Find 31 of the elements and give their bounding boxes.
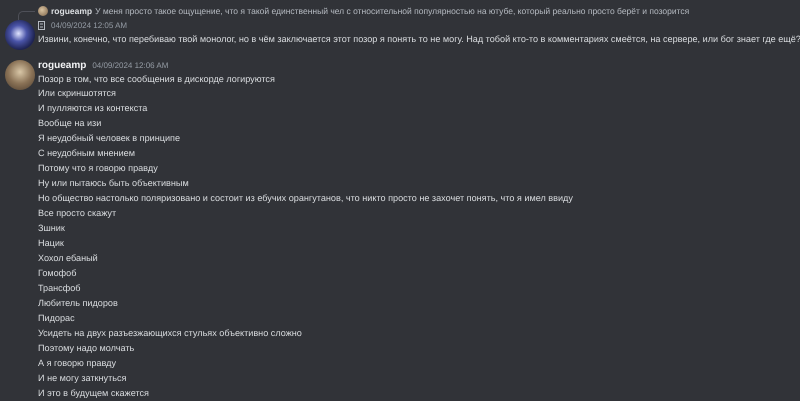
message-text: Потому что я говорю правду	[38, 162, 159, 175]
message-text: И пулляются из контекста	[38, 102, 148, 115]
message-text: Пидорас	[38, 312, 76, 325]
message-text: Любитель пидоров	[38, 297, 119, 310]
message-text: Все просто скажут	[38, 207, 118, 220]
message-text: Или скриншотятся	[38, 87, 117, 100]
message-text: С неудобным мнением	[38, 147, 136, 160]
reply-author[interactable]: rogueamp	[51, 6, 92, 16]
message-text: Усидеть на двух разъезжающихся стульях объективно сложно	[38, 327, 303, 340]
message-text: Ну или пытаюсь быть объективным	[38, 177, 190, 190]
reply-avatar	[38, 6, 48, 16]
message-text: Вообще на изи	[38, 117, 102, 130]
message-text: Позор в том, что все сообщения в дискорде логируются	[38, 73, 276, 86]
message-text: Поэтому надо молчать	[38, 342, 136, 355]
reply-preview[interactable]: У меня просто такое ощущение, что я такой единственный чел с относительной популярностью на ютубе, который реально просто берёт и позорится	[95, 6, 690, 16]
message-text: Я неудобный человек в принципе	[38, 132, 182, 145]
user-avatar[interactable]	[5, 60, 35, 90]
message-text: И это в будущем скажется	[38, 387, 150, 400]
username[interactable]: rogueamp	[38, 60, 86, 70]
user-avatar[interactable]	[5, 20, 35, 50]
message-text: Трансфоб	[38, 282, 82, 295]
message-text: Хохол ебаный	[38, 252, 99, 265]
timestamp: 04/09/2024 12:06 AM	[92, 60, 168, 70]
badge-icon	[38, 20, 45, 30]
message-text: А я говорю правду	[38, 357, 118, 370]
timestamp: 04/09/2024 12:05 AM	[51, 20, 128, 30]
message-text: Зшник	[38, 222, 66, 235]
message-text: И не могу заткнуться	[38, 372, 128, 385]
message-text: Но общество настолько поляризовано и состоит из ебучих орангутанов, что никто просто не захочет понять, что я имел ввиду	[38, 192, 574, 205]
message-text: Гомофоб	[38, 267, 78, 280]
message-text: Нацик	[38, 237, 65, 250]
